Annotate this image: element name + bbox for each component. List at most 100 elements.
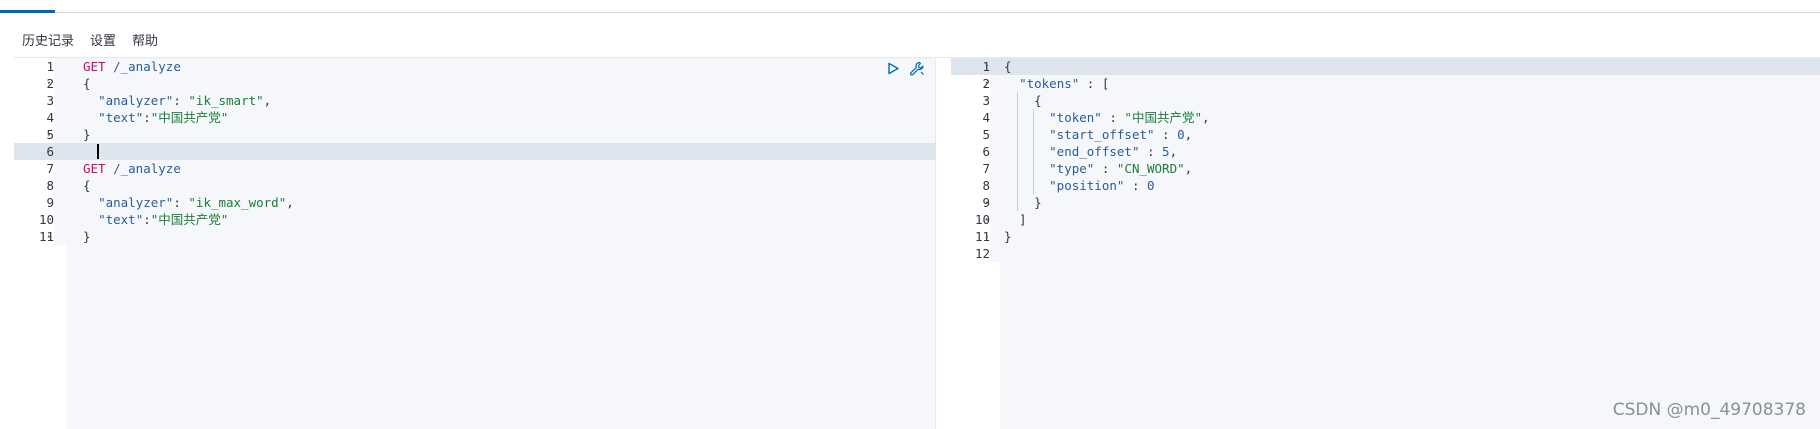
code-token: : — [173, 195, 189, 210]
response-gutter: 1 ▾ 2 ▾ 3 ▾ 4 5 6 7 8 9 ▴ 10 ▴ 11 ▴ 12 — [951, 58, 1000, 429]
line-number-text: 3 — [46, 93, 54, 108]
line-number-text: 6 — [46, 144, 54, 159]
code-token: "CN_WORD" — [1116, 161, 1185, 176]
fold-close-icon[interactable]: ▴ — [985, 194, 989, 211]
line-number: 2 ▾ — [14, 75, 54, 92]
line-number-text: 7 — [46, 161, 54, 176]
fold-open-icon[interactable]: ▾ — [47, 177, 51, 194]
fold-open-icon[interactable]: ▾ — [985, 92, 989, 109]
request-editor[interactable]: 1 2 ▾ 3 4 5 ▴ 6 7 8 ▾ 9 10 11 ▴ GET /_analyze{ "analyz… — [14, 58, 936, 429]
line-number: 5 ▴ — [14, 126, 54, 143]
code-line[interactable]: } — [1004, 228, 1820, 245]
help-menu-item[interactable]: 帮助 — [132, 30, 158, 50]
settings-menu-item[interactable]: 设置 — [90, 30, 116, 50]
code-token: , — [1184, 161, 1193, 176]
fold-open-icon[interactable]: ▾ — [985, 58, 989, 75]
code-token: : [ — [1079, 76, 1110, 91]
code-token: : — [1101, 110, 1125, 125]
indent-guide — [1017, 92, 1018, 211]
request-actions — [885, 60, 925, 77]
gutter-filler — [951, 262, 1000, 429]
line-number-text: 12 — [974, 246, 990, 261]
code-token: : — [143, 110, 151, 125]
fold-close-icon[interactable]: ▴ — [47, 228, 51, 245]
code-token: } — [83, 229, 91, 244]
code-line[interactable] — [1004, 245, 1820, 262]
line-number: 9 — [14, 194, 54, 211]
code-line[interactable]: "type" : "CN_WORD", — [1004, 160, 1820, 177]
code-token: "analyzer" — [98, 195, 174, 210]
code-line[interactable]: "end_offset" : 5, — [1004, 143, 1820, 160]
code-line[interactable]: } — [1004, 194, 1820, 211]
line-number: 6 — [951, 143, 990, 160]
line-number: 3 ▾ — [951, 92, 990, 109]
line-number-text: 4 — [46, 110, 54, 125]
line-number: 10 — [14, 211, 54, 228]
code-token: "ik_max_word" — [188, 195, 287, 210]
code-line[interactable]: { — [1004, 92, 1820, 109]
watermark: CSDN @m0_49708378 — [1612, 400, 1806, 420]
fold-open-icon[interactable]: ▾ — [47, 75, 51, 92]
code-line[interactable]: { — [1004, 58, 1820, 75]
code-line[interactable]: { — [83, 177, 935, 194]
console-menu: 历史记录 设置 帮助 — [22, 30, 158, 50]
request-code-area[interactable]: GET /_analyze{ "analyzer": "ik_smart", "… — [69, 58, 935, 429]
code-line[interactable]: } — [83, 126, 935, 143]
code-token: { — [83, 178, 91, 193]
code-line[interactable]: "analyzer": "ik_max_word", — [83, 194, 935, 211]
active-tab-indicator[interactable] — [0, 10, 55, 13]
history-menu-item[interactable]: 历史记录 — [22, 30, 74, 50]
code-line[interactable]: "start_offset" : 0, — [1004, 126, 1820, 143]
line-number: 11 ▴ — [951, 228, 990, 245]
code-token: , — [1184, 127, 1193, 142]
code-token: } — [1004, 195, 1042, 210]
code-token: GET — [83, 59, 114, 74]
line-number: 11 ▴ — [14, 228, 54, 245]
request-gutter: 1 2 ▾ 3 4 5 ▴ 6 7 8 ▾ 9 10 11 ▴ — [14, 58, 66, 429]
line-number: 2 ▾ — [951, 75, 990, 92]
code-line[interactable]: "position" : 0 — [1004, 177, 1820, 194]
code-token: "ik_smart" — [188, 93, 264, 108]
indent-guide — [1033, 109, 1034, 194]
code-line[interactable]: "text":"中国共产党" — [83, 109, 935, 126]
line-number: 10 ▴ — [951, 211, 990, 228]
fold-close-icon[interactable]: ▴ — [47, 126, 51, 143]
line-number: 8 ▾ — [14, 177, 54, 194]
response-code-area[interactable]: { "tokens" : [ { "token" : "中国共产党", "sta… — [1000, 58, 1820, 429]
code-line[interactable]: ] — [1004, 211, 1820, 228]
code-token: "end_offset" — [1049, 144, 1140, 159]
code-line[interactable]: "tokens" : [ — [1004, 75, 1820, 92]
code-line[interactable]: GET /_analyze — [83, 58, 935, 75]
play-icon[interactable] — [885, 60, 902, 77]
text-cursor — [97, 144, 99, 159]
code-token: : — [1094, 161, 1117, 176]
response-editor[interactable]: 1 ▾ 2 ▾ 3 ▾ 4 5 6 7 8 9 ▴ 10 ▴ 11 ▴ 12 { "tokens" : [ { "… — [951, 58, 1820, 429]
code-line[interactable]: } — [83, 228, 935, 245]
code-line[interactable] — [83, 143, 935, 160]
code-token: GET — [83, 161, 114, 176]
code-token: : — [1124, 178, 1147, 193]
code-line[interactable]: "analyzer": "ik_smart", — [83, 92, 935, 109]
code-line[interactable]: { — [83, 75, 935, 92]
code-line[interactable]: "token" : "中国共产党", — [1004, 109, 1820, 126]
code-token: "中国共产党" — [1124, 110, 1202, 125]
line-number: 12 — [951, 245, 990, 262]
code-line[interactable]: GET /_analyze — [83, 160, 935, 177]
code-token: } — [1004, 229, 1012, 244]
fold-close-icon[interactable]: ▴ — [985, 228, 989, 245]
code-token: { — [1004, 59, 1012, 74]
gutter-filler — [14, 245, 66, 429]
code-line[interactable]: "text":"中国共产党" — [83, 211, 935, 228]
fold-open-icon[interactable]: ▾ — [985, 75, 989, 92]
code-token: "tokens" — [1019, 76, 1080, 91]
line-number-text: 4 — [982, 110, 990, 125]
line-number-text: 1 — [46, 59, 54, 74]
wrench-icon[interactable] — [908, 60, 925, 77]
fold-close-icon[interactable]: ▴ — [985, 211, 989, 228]
code-token: , — [286, 195, 294, 210]
